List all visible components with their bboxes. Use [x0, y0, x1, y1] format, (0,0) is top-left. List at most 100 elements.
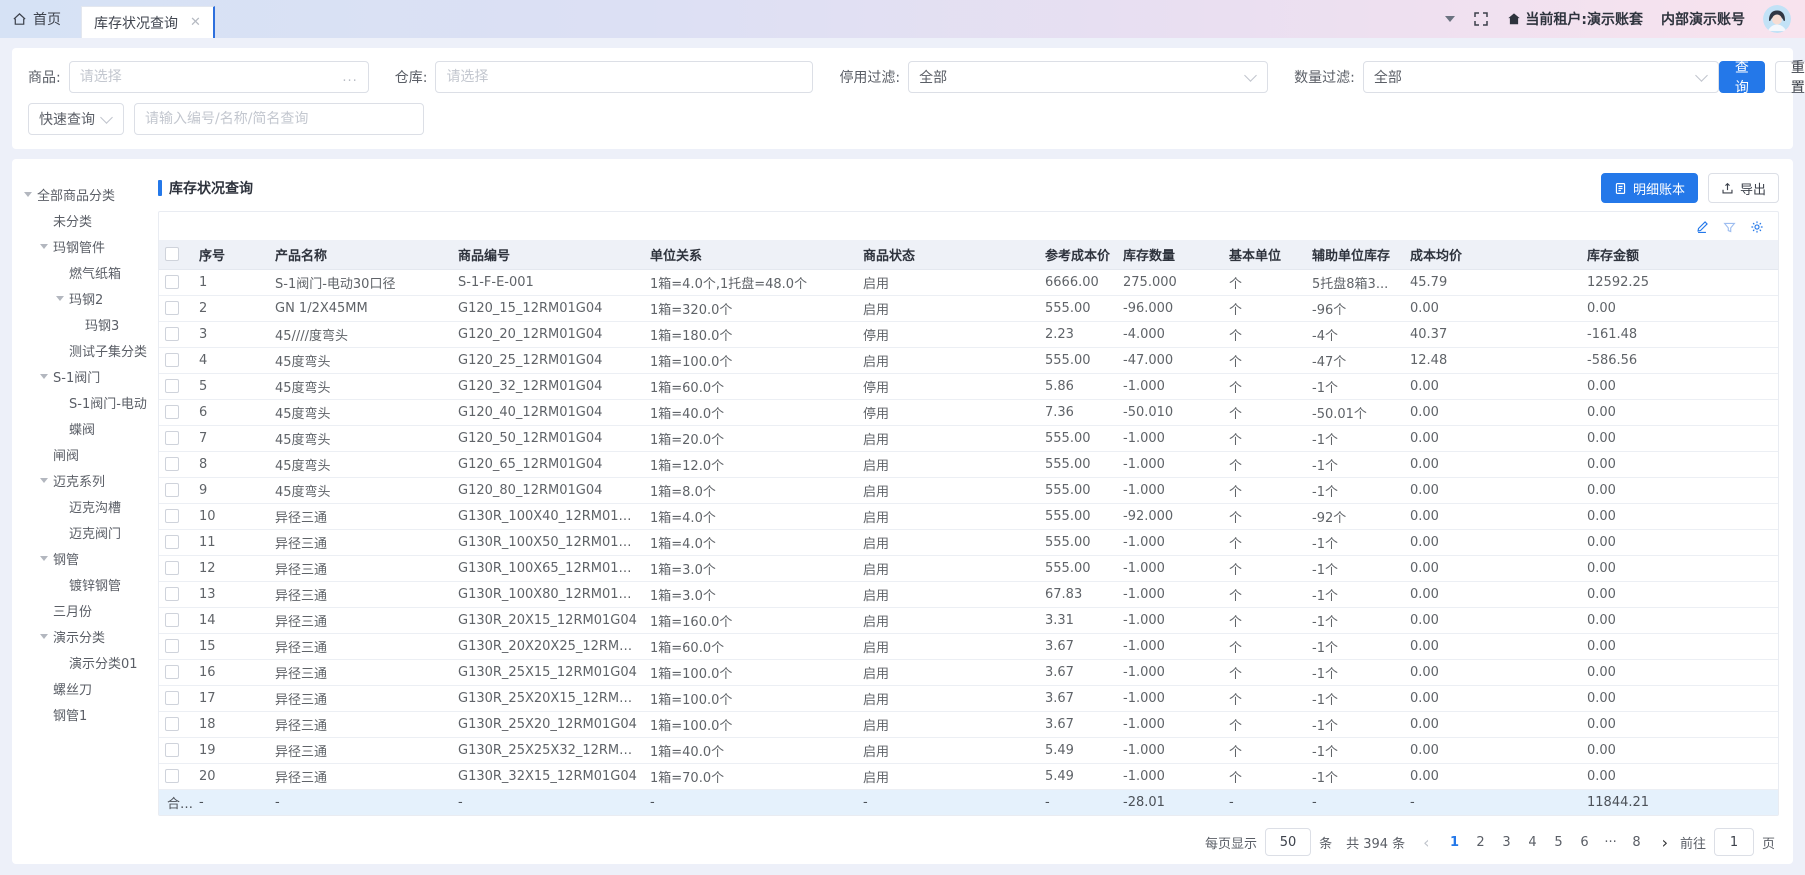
tree-item[interactable]: 钢管	[16, 545, 154, 571]
cell-seq: 10	[193, 503, 269, 529]
page-number-2[interactable]: 2	[1468, 835, 1494, 850]
page-number-6[interactable]: 6	[1572, 835, 1598, 850]
page-number-3[interactable]: 3	[1494, 835, 1520, 850]
page-number-1[interactable]: 1	[1442, 835, 1468, 850]
goto-page-input[interactable]	[1714, 828, 1754, 856]
quick-query-select[interactable]: 快速查询	[28, 103, 124, 135]
row-checkbox[interactable]	[165, 301, 179, 315]
tree-expand-icon[interactable]	[24, 192, 32, 197]
tree-item[interactable]: S-1阀门	[16, 363, 154, 389]
reset-button[interactable]: 重置	[1775, 61, 1805, 93]
tree-item[interactable]: 蝶阀	[16, 415, 154, 441]
tree-item[interactable]: 迈克系列	[16, 467, 154, 493]
row-checkbox[interactable]	[165, 431, 179, 445]
tree-expand-icon[interactable]	[40, 634, 48, 639]
tree-expand-icon[interactable]	[56, 296, 64, 301]
quick-query-box[interactable]	[134, 103, 424, 135]
tab-inventory-query[interactable]: 库存状况查询 ✕	[81, 6, 215, 38]
tree-item[interactable]: 螺丝刀	[16, 675, 154, 701]
tree-item[interactable]: 测试子集分类	[16, 337, 154, 363]
row-checkbox[interactable]	[165, 509, 179, 523]
dropdown-caret-icon[interactable]	[1445, 16, 1455, 22]
row-checkbox[interactable]	[165, 717, 179, 731]
cell-seq: 12	[193, 555, 269, 581]
row-checkbox[interactable]	[165, 769, 179, 783]
tree-item[interactable]: 玛钢3	[16, 311, 154, 337]
row-checkbox[interactable]	[165, 691, 179, 705]
cell-product-name: 45////度弯头	[269, 321, 452, 347]
tab-close-icon[interactable]: ✕	[190, 16, 201, 29]
query-button[interactable]: 查询	[1719, 61, 1765, 93]
tree-item-label: 演示分类01	[69, 653, 138, 672]
tree-item[interactable]: 全部商品分类	[16, 181, 154, 207]
tree-item[interactable]: 演示分类01	[16, 649, 154, 675]
per-page-input[interactable]	[1265, 828, 1311, 856]
filter-icon[interactable]	[1723, 221, 1736, 234]
row-checkbox[interactable]	[165, 587, 179, 601]
more-icon[interactable]: ...	[342, 70, 367, 85]
tree-expand-icon[interactable]	[40, 556, 48, 561]
avatar[interactable]	[1763, 5, 1791, 33]
edit-icon[interactable]	[1695, 220, 1709, 234]
home-nav[interactable]: 首页	[12, 0, 61, 38]
tree-item[interactable]: 钢管1	[16, 701, 154, 727]
header-aux-stock: 辅助单位库存	[1306, 240, 1404, 269]
warehouse-select-input[interactable]	[436, 62, 812, 92]
row-checkbox[interactable]	[165, 561, 179, 575]
tree-item[interactable]: 迈克沟槽	[16, 493, 154, 519]
cell-status: 启用	[857, 763, 1039, 789]
tree-expand-icon[interactable]	[40, 478, 48, 483]
cell-status: 启用	[857, 477, 1039, 503]
detail-ledger-button[interactable]: 明细账本	[1601, 173, 1698, 203]
row-checkbox[interactable]	[165, 457, 179, 471]
cell-aux-stock: -1个	[1306, 451, 1404, 477]
row-checkbox[interactable]	[165, 639, 179, 653]
row-checkbox[interactable]	[165, 483, 179, 497]
tree-item[interactable]: 三月份	[16, 597, 154, 623]
settings-gear-icon[interactable]	[1750, 220, 1764, 234]
filter-panel: 商品: ... 仓库: 停用过滤: 全部 数量过滤: 全部	[12, 48, 1793, 149]
cell-base-unit: 个	[1223, 425, 1306, 451]
tree-item[interactable]: 镀锌钢管	[16, 571, 154, 597]
row-checkbox[interactable]	[165, 275, 179, 289]
row-checkbox[interactable]	[165, 327, 179, 341]
select-all-checkbox[interactable]	[165, 247, 179, 261]
tree-item[interactable]: 演示分类	[16, 623, 154, 649]
qty-filter-select[interactable]: 全部	[1363, 61, 1719, 93]
page-number-4[interactable]: 4	[1520, 835, 1546, 850]
warehouse-select[interactable]	[435, 61, 813, 93]
summary-aux-stock: -	[1306, 789, 1404, 815]
row-checkbox[interactable]	[165, 379, 179, 393]
export-button[interactable]: 导出	[1708, 173, 1779, 203]
product-select[interactable]: ...	[69, 61, 369, 93]
tree-expand-icon[interactable]	[40, 244, 48, 249]
next-page-icon[interactable]: ›	[1658, 833, 1672, 852]
tree-item[interactable]: 玛钢管件	[16, 233, 154, 259]
tree-item[interactable]: 闸阀	[16, 441, 154, 467]
prev-page-icon[interactable]: ‹	[1419, 833, 1433, 852]
fullscreen-icon[interactable]	[1473, 11, 1489, 27]
row-checkbox[interactable]	[165, 613, 179, 627]
row-checkbox[interactable]	[165, 743, 179, 757]
product-select-input[interactable]	[70, 62, 343, 92]
cell-unit-relation: 1箱=4.0个	[644, 529, 857, 555]
tree-item[interactable]: S-1阀门-电动	[16, 389, 154, 415]
page-number-5[interactable]: 5	[1546, 835, 1572, 850]
row-checkbox[interactable]	[165, 665, 179, 679]
summary-ref-cost: -	[1039, 789, 1117, 815]
cell-aux-stock: -1个	[1306, 763, 1404, 789]
tree-item[interactable]: 燃气纸箱	[16, 259, 154, 285]
tree-item[interactable]: 未分类	[16, 207, 154, 233]
row-checkbox[interactable]	[165, 535, 179, 549]
disable-filter-select[interactable]: 全部	[908, 61, 1268, 93]
tree-expand-icon[interactable]	[40, 374, 48, 379]
row-checkbox[interactable]	[165, 353, 179, 367]
tree-item[interactable]: 迈克阀门	[16, 519, 154, 545]
row-checkbox[interactable]	[165, 405, 179, 419]
page-ellipsis[interactable]: ···	[1598, 835, 1624, 850]
tree-item[interactable]: 玛钢2	[16, 285, 154, 311]
cell-status: 启用	[857, 503, 1039, 529]
page-number-8[interactable]: 8	[1624, 835, 1650, 850]
cell-product-name: 45度弯头	[269, 477, 452, 503]
quick-query-input[interactable]	[135, 104, 423, 134]
